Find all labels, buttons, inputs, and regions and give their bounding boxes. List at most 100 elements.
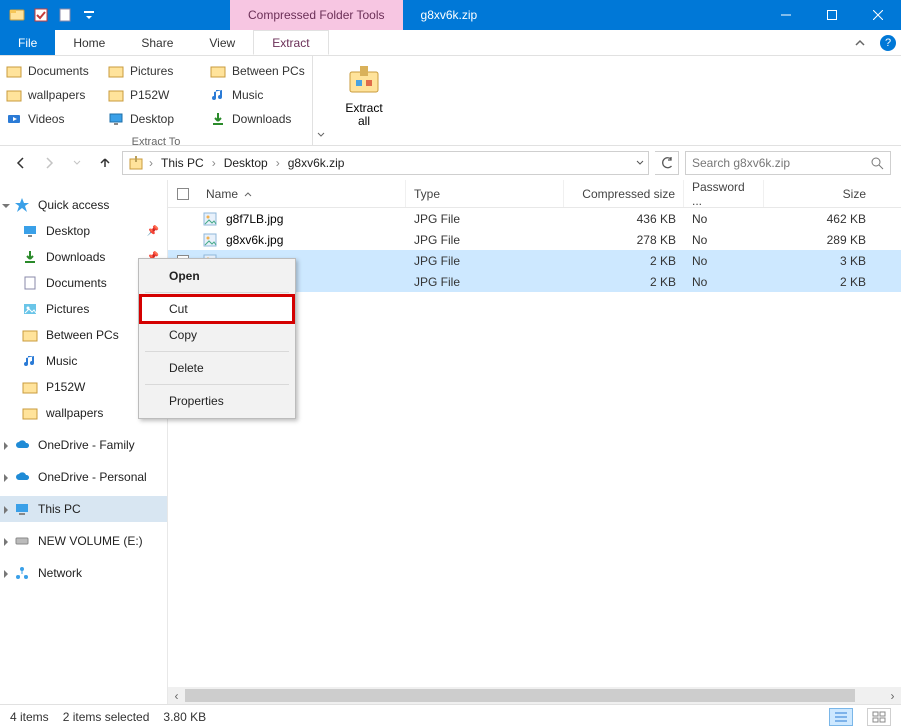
ribbon-more-icon[interactable] <box>313 56 329 145</box>
view-large-button[interactable] <box>867 708 891 726</box>
maximize-button[interactable] <box>809 0 855 30</box>
pin-pictures[interactable]: Pictures <box>108 60 204 82</box>
ctx-delete[interactable]: Delete <box>141 355 293 381</box>
file-pwd: No <box>684 233 764 247</box>
nav-label: This PC <box>38 502 81 516</box>
col-label: Compressed size <box>582 187 675 201</box>
scroll-right-icon[interactable]: › <box>884 687 901 704</box>
view-details-button[interactable] <box>829 708 853 726</box>
nav-label: Between PCs <box>46 328 119 342</box>
ctx-cut[interactable]: Cut <box>141 296 293 322</box>
pin-label: Between PCs <box>232 64 305 78</box>
select-all-checkbox[interactable] <box>168 188 198 200</box>
pin-label: Videos <box>28 112 64 126</box>
pin-wallpapers[interactable]: wallpapers <box>6 84 102 106</box>
tab-home[interactable]: Home <box>55 30 123 55</box>
col-compressed-size[interactable]: Compressed size <box>564 180 684 207</box>
nav-newvol[interactable]: NEW VOLUME (E:) <box>0 528 167 554</box>
nav-label: Desktop <box>46 224 90 238</box>
pin-label: Desktop <box>130 112 174 126</box>
search-icon <box>870 156 884 170</box>
column-headers: Name Type Compressed size Password ... S… <box>168 180 901 208</box>
pin-p152w[interactable]: P152W <box>108 84 204 106</box>
col-type[interactable]: Type <box>406 180 564 207</box>
tab-extract[interactable]: Extract <box>253 30 328 55</box>
ctx-separator <box>145 292 289 293</box>
nav-onedrive-family[interactable]: OneDrive - Family <box>0 432 167 458</box>
collapse-ribbon-icon[interactable] <box>845 30 875 55</box>
col-label: Type <box>414 187 440 201</box>
breadcrumb[interactable]: › This PC › Desktop › g8xv6k.zip <box>122 151 649 175</box>
pin-videos[interactable]: Videos <box>6 108 102 130</box>
chevron-right-icon[interactable]: › <box>147 156 155 170</box>
crumb-thispc[interactable]: This PC <box>157 156 208 170</box>
extract-all-button[interactable]: Extract all <box>329 56 399 128</box>
scroll-track[interactable] <box>185 687 884 704</box>
chevron-right-icon[interactable]: › <box>274 156 282 170</box>
checkbox-qat-icon[interactable] <box>30 4 52 26</box>
up-button[interactable] <box>94 152 116 174</box>
col-size[interactable]: Size <box>764 180 874 207</box>
pin-music[interactable]: Music <box>210 84 306 106</box>
forward-button[interactable] <box>38 152 60 174</box>
scroll-thumb[interactable] <box>185 689 855 702</box>
minimize-button[interactable] <box>763 0 809 30</box>
pin-desktop[interactable]: Desktop <box>108 108 204 130</box>
new-qat-icon[interactable] <box>54 4 76 26</box>
nav-quick-access[interactable]: Quick access <box>0 192 167 218</box>
window-title: g8xv6k.zip <box>403 8 496 22</box>
file-size: 289 KB <box>764 233 874 247</box>
pin-between[interactable]: Between PCs <box>210 60 306 82</box>
horizontal-scrollbar[interactable]: ‹ › <box>168 687 901 704</box>
pin-documents[interactable]: Documents <box>6 60 102 82</box>
nav-label: P152W <box>46 380 85 394</box>
nav-thispc[interactable]: This PC <box>0 496 167 522</box>
close-button[interactable] <box>855 0 901 30</box>
file-row[interactable]: g8f7LB.jpg JPG File 436 KB No 462 KB <box>168 208 901 229</box>
refresh-button[interactable] <box>655 151 679 175</box>
qat-dropdown-icon[interactable] <box>78 4 100 26</box>
ribbon-group-label: Extract To <box>0 134 312 152</box>
titlebar: Compressed Folder Tools g8xv6k.zip <box>0 0 901 30</box>
explorer-icon[interactable] <box>6 4 28 26</box>
nav-label: Music <box>46 354 77 368</box>
extract-all-label: Extract all <box>345 102 382 128</box>
pin-label: Downloads <box>232 112 291 126</box>
col-label: Size <box>843 187 866 201</box>
file-row[interactable]: g8xv6k.jpg JPG File 278 KB No 289 KB <box>168 229 901 250</box>
context-tab-label: Compressed Folder Tools <box>230 0 403 30</box>
nav-desktop[interactable]: Desktop📌 <box>0 218 167 244</box>
search-input[interactable]: Search g8xv6k.zip <box>685 151 891 175</box>
crumb-desktop[interactable]: Desktop <box>220 156 272 170</box>
nav-onedrive-personal[interactable]: OneDrive - Personal <box>0 464 167 490</box>
pin-label: Music <box>232 88 263 102</box>
file-size: 462 KB <box>764 212 874 226</box>
scroll-left-icon[interactable]: ‹ <box>168 687 185 704</box>
tab-file[interactable]: File <box>0 30 55 55</box>
file-csize: 436 KB <box>564 212 684 226</box>
file-type: JPG File <box>406 254 564 268</box>
ctx-separator <box>145 384 289 385</box>
tab-share[interactable]: Share <box>123 30 191 55</box>
nav-network[interactable]: Network <box>0 560 167 586</box>
file-name: g8f7LB.jpg <box>226 212 283 226</box>
crumb-archive[interactable]: g8xv6k.zip <box>284 156 349 170</box>
back-button[interactable] <box>10 152 32 174</box>
status-bar: 4 items 2 items selected 3.80 KB <box>0 704 901 728</box>
chevron-down-icon[interactable] <box>636 159 644 167</box>
tab-view[interactable]: View <box>191 30 253 55</box>
help-button[interactable]: ? <box>875 30 901 55</box>
image-file-icon <box>202 232 218 248</box>
ctx-properties[interactable]: Properties <box>141 388 293 414</box>
col-password[interactable]: Password ... <box>684 180 764 207</box>
recent-dropdown-icon[interactable] <box>66 152 88 174</box>
ribbon: Documents Pictures Between PCs wallpaper… <box>0 56 901 146</box>
quick-access-toolbar <box>0 4 100 26</box>
nav-label: wallpapers <box>46 406 103 420</box>
pin-downloads[interactable]: Downloads <box>210 108 306 130</box>
ctx-copy[interactable]: Copy <box>141 322 293 348</box>
ctx-open[interactable]: Open <box>141 263 293 289</box>
chevron-right-icon[interactable]: › <box>210 156 218 170</box>
col-name[interactable]: Name <box>198 180 406 207</box>
ctx-separator <box>145 351 289 352</box>
